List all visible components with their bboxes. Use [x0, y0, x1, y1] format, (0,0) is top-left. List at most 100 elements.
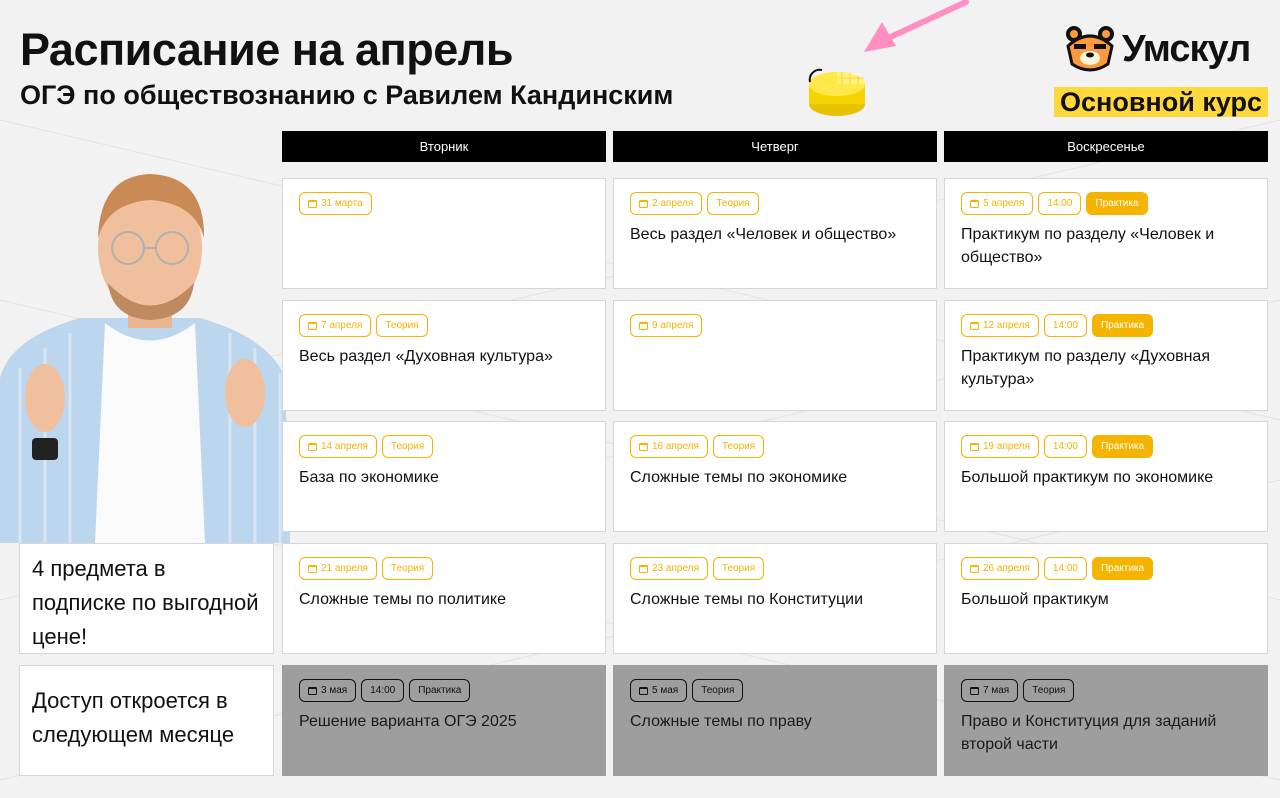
tag-text: Теория	[721, 563, 756, 574]
date-tag: 5 апреля	[961, 192, 1034, 215]
calendar-icon	[308, 564, 317, 573]
calendar-icon	[308, 686, 317, 695]
promo-box: 4 предмета в подписке по выгодной цене!	[19, 543, 274, 654]
lesson-tags: 5 апреля 14:00 Практика	[961, 192, 1251, 215]
lesson-tags: 9 апреля	[630, 314, 920, 337]
date-tag: 7 апреля	[299, 314, 372, 337]
lesson-card[interactable]: 3 мая 14:00 Практика Решение варианта ОГЭ 2…	[282, 665, 606, 776]
tag-text: Практика	[1100, 320, 1145, 331]
date-tag: 12 апреля	[961, 314, 1039, 337]
lesson-card[interactable]: 5 мая Теория Сложные темы по праву	[613, 665, 937, 776]
tag-text: Практика	[418, 685, 462, 696]
lesson-title: Весь раздел «Человек и общество»	[630, 226, 897, 243]
lesson-card[interactable]: 9 апреля	[613, 300, 937, 411]
lesson-title: Сложные темы по политике	[299, 591, 506, 608]
lesson-tags: 26 апреля 14:00 Практика	[961, 557, 1251, 580]
lesson-tags: 5 мая Теория	[630, 679, 920, 702]
lesson-title: Право и Конституция для заданий второй ч…	[961, 713, 1217, 753]
lesson-tag: Теория	[376, 314, 428, 337]
calendar-icon	[308, 199, 317, 208]
lesson-tag: Практика	[1091, 314, 1154, 337]
lesson-card[interactable]: 7 мая Теория Право и Конституция для задан…	[944, 665, 1268, 776]
tag-text: 12 апреля	[983, 320, 1030, 331]
date-tag: 16 апреля	[630, 435, 708, 458]
lesson-tag: Теория	[381, 435, 434, 458]
calendar-icon	[308, 442, 317, 451]
tag-text: Теория	[1032, 685, 1066, 696]
lesson-card[interactable]: 14 апреля Теория База по экономике	[282, 421, 606, 532]
lesson-tag: 14:00	[361, 679, 405, 702]
lesson-title: Практикум по разделу «Духовная культура»	[961, 348, 1210, 388]
date-tag: 2 апреля	[630, 192, 703, 215]
day-header-sunday: Воскресенье	[944, 131, 1268, 162]
tag-text: 26 апреля	[983, 563, 1030, 574]
calendar-icon	[308, 321, 317, 330]
tag-text: 14:00	[1047, 198, 1073, 209]
teacher-photo	[0, 174, 290, 543]
lesson-title: Сложные темы по праву	[630, 713, 812, 730]
tag-text: 5 апреля	[983, 198, 1025, 209]
lesson-tags: 23 апреля Теория	[630, 557, 920, 580]
bear-icon	[1066, 26, 1114, 72]
tag-text: 23 апреля	[652, 563, 699, 574]
lesson-card[interactable]: 19 апреля 14:00 Практика Большой практикум …	[944, 421, 1268, 532]
date-tag: 7 мая	[961, 679, 1019, 702]
date-tag: 5 мая	[630, 679, 688, 702]
lesson-card[interactable]: 31 марта	[282, 178, 606, 289]
calendar-icon	[970, 686, 979, 695]
page-subtitle: ОГЭ по обществознанию с Равилем Кандинск…	[20, 80, 674, 110]
lesson-card[interactable]: 12 апреля 14:00 Практика Практикум по разде…	[944, 300, 1268, 411]
date-tag: 21 апреля	[299, 557, 377, 580]
lesson-title: Практикум по разделу «Человек и общество…	[961, 226, 1215, 266]
tag-text: Теория	[716, 198, 750, 209]
lesson-title: База по экономике	[299, 469, 439, 486]
lesson-tags: 19 апреля 14:00 Практика	[961, 435, 1251, 458]
calendar-icon	[970, 442, 979, 451]
tag-text: 14:00	[1052, 320, 1078, 331]
tag-text: Теория	[390, 441, 425, 452]
tag-text: Теория	[390, 563, 425, 574]
lesson-title: Большой практикум	[961, 591, 1109, 608]
lesson-tag: Теория	[712, 435, 765, 458]
calendar-icon	[639, 442, 648, 451]
calendar-icon	[970, 564, 979, 573]
course-badge: Основной курс	[1054, 87, 1268, 117]
date-tag: 31 марта	[299, 192, 372, 215]
lesson-card[interactable]: 16 апреля Теория Сложные темы по экономике	[613, 421, 937, 532]
lesson-card[interactable]: 2 апреля Теория Весь раздел «Человек и общ…	[613, 178, 937, 289]
tag-text: 3 мая	[321, 685, 348, 696]
lesson-tag: 14:00	[1038, 192, 1082, 215]
calendar-icon	[970, 321, 979, 330]
day-header-tuesday: Вторник	[282, 131, 606, 162]
lesson-card[interactable]: 5 апреля 14:00 Практика Практикум по раздел…	[944, 178, 1268, 289]
arrow-icon	[864, 0, 969, 52]
tag-text: 21 апреля	[321, 563, 368, 574]
next-month-note: Доступ откроется в следующем месяце	[19, 665, 274, 776]
lesson-title: Сложные темы по экономике	[630, 469, 848, 486]
date-tag: 19 апреля	[961, 435, 1039, 458]
lesson-card[interactable]: 7 апреля Теория Весь раздел «Духовная куль…	[282, 300, 606, 411]
calendar-icon	[639, 321, 648, 330]
day-header-thursday: Четверг	[613, 131, 937, 162]
tag-text: 14:00	[1052, 563, 1078, 574]
tag-text: Теория	[721, 441, 756, 452]
brand-logo[interactable]: Умскул	[1064, 24, 1251, 74]
lesson-card[interactable]: 26 апреля 14:00 Практика Большой практикум	[944, 543, 1268, 654]
tag-text: 9 апреля	[652, 320, 694, 331]
lesson-tags: 2 апреля Теория	[630, 192, 920, 215]
tag-text: Теория	[701, 685, 735, 696]
lesson-tag: Практика	[409, 679, 471, 702]
tag-text: 31 марта	[321, 198, 363, 209]
pie-chart-icon	[808, 68, 865, 116]
date-tag: 3 мая	[299, 679, 357, 702]
lesson-card[interactable]: 23 апреля Теория Сложные темы по Конституц…	[613, 543, 937, 654]
tag-text: 2 апреля	[652, 198, 694, 209]
lesson-card[interactable]: 21 апреля Теория Сложные темы по политике	[282, 543, 606, 654]
tag-text: 14:00	[1052, 441, 1078, 452]
lesson-tag: Теория	[1023, 679, 1075, 702]
lesson-tag: Практика	[1091, 557, 1154, 580]
lesson-tag: Практика	[1086, 192, 1148, 215]
tag-text: 19 апреля	[983, 441, 1030, 452]
tag-text: Теория	[385, 320, 419, 331]
tag-text: 14 апреля	[321, 441, 368, 452]
